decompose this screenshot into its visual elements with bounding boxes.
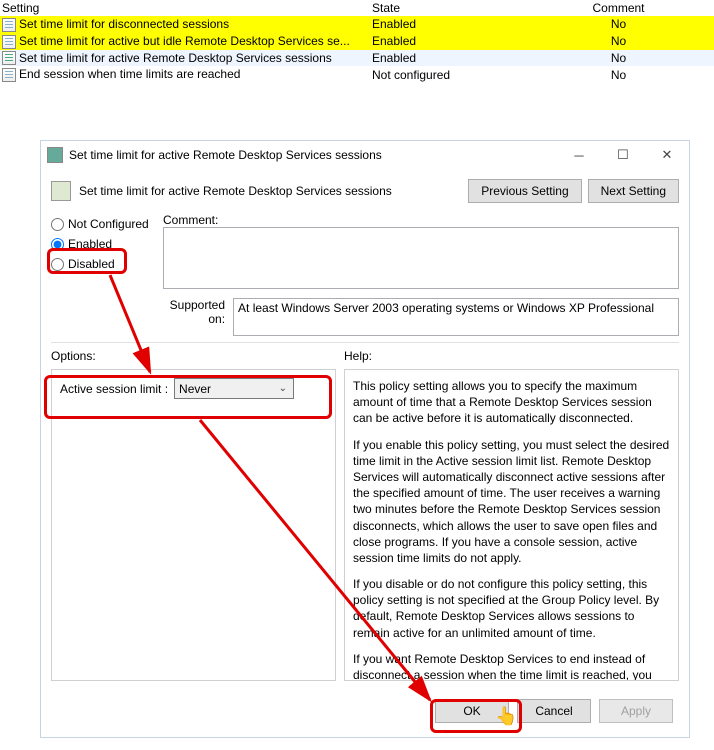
col-setting-header: Setting: [0, 0, 370, 16]
policy-icon: [2, 51, 16, 65]
radio-disabled[interactable]: Disabled: [51, 257, 163, 271]
cancel-button[interactable]: Cancel: [517, 699, 591, 723]
policy-list: Setting State Comment Set time limit for…: [0, 0, 714, 83]
ok-button[interactable]: OK: [435, 699, 509, 723]
help-panel[interactable]: This policy setting allows you to specif…: [344, 369, 679, 681]
help-paragraph: If you want Remote Desktop Services to e…: [353, 651, 670, 681]
policy-list-header: Setting State Comment: [0, 0, 714, 16]
maximize-button[interactable]: [601, 141, 645, 169]
previous-setting-button[interactable]: Previous Setting: [468, 179, 581, 203]
dialog-heading: Set time limit for active Remote Desktop…: [79, 184, 392, 198]
window-title: Set time limit for active Remote Desktop…: [69, 148, 382, 162]
radio-enabled[interactable]: Enabled: [51, 237, 163, 251]
options-panel: Active session limit : Never: [51, 369, 336, 681]
titlebar[interactable]: Set time limit for active Remote Desktop…: [41, 141, 689, 169]
policy-icon: [2, 35, 16, 49]
table-row[interactable]: End session when time limits are reached…: [0, 66, 714, 83]
policy-dialog: Set time limit for active Remote Desktop…: [40, 140, 690, 738]
table-row[interactable]: Set time limit for disconnected sessions…: [0, 16, 714, 33]
help-label: Help:: [344, 349, 679, 363]
supported-on-text: At least Windows Server 2003 operating s…: [233, 298, 679, 336]
options-label: Options:: [51, 349, 336, 363]
help-paragraph: This policy setting allows you to specif…: [353, 378, 670, 427]
active-session-limit-label: Active session limit :: [60, 382, 168, 396]
col-state-header: State: [370, 0, 525, 16]
help-paragraph: If you disable or do not configure this …: [353, 576, 670, 641]
active-session-limit-select[interactable]: Never: [174, 378, 294, 399]
radio-not-configured[interactable]: Not Configured: [51, 217, 163, 231]
table-row[interactable]: Set time limit for active Remote Desktop…: [0, 50, 714, 67]
close-button[interactable]: [645, 141, 689, 169]
apply-button[interactable]: Apply: [599, 699, 673, 723]
supported-on-label: Supported on:: [163, 298, 233, 336]
comment-textarea[interactable]: [163, 227, 679, 289]
app-icon: [47, 147, 63, 163]
help-paragraph: If you enable this policy setting, you m…: [353, 437, 670, 567]
comment-label: Comment:: [163, 213, 679, 227]
table-row[interactable]: Set time limit for active but idle Remot…: [0, 33, 714, 50]
state-radio-group: Not Configured Enabled Disabled: [51, 217, 163, 271]
policy-icon: [2, 18, 16, 32]
next-setting-button[interactable]: Next Setting: [588, 179, 679, 203]
col-comment-header: Comment: [525, 0, 714, 16]
minimize-button[interactable]: [557, 141, 601, 169]
policy-large-icon: [51, 181, 71, 201]
policy-icon: [2, 68, 16, 82]
